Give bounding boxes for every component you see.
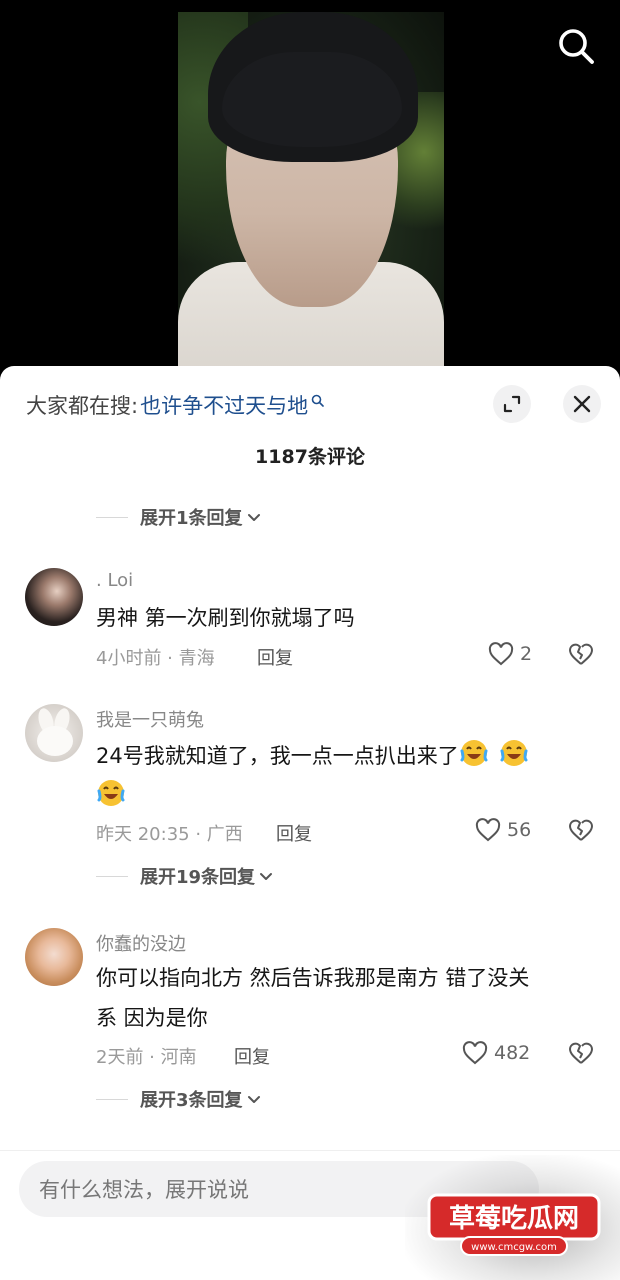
expand-replies-button[interactable]: 展开3条回复 <box>96 1084 261 1114</box>
avatar[interactable] <box>25 568 83 626</box>
expand-replies-button[interactable]: 展开1条回复 <box>96 502 261 532</box>
comment-text-line: 你可以指向北方 然后告诉我那是南方 错了没关 <box>96 966 530 990</box>
comment-count: 1187条评论 <box>255 446 365 468</box>
comment-text-line: 系 因为是你 <box>96 1006 208 1030</box>
expand-replies-label: 展开1条回复 <box>140 508 243 529</box>
watermark: 草莓吃瓜网 www.cmcgw.com <box>405 1155 620 1280</box>
close-button[interactable] <box>563 385 601 423</box>
comment-text: 24号我就知道了，我一点一点扒出来了 <box>96 736 596 816</box>
comment-sheet: 大家都在搜: 也许争不过天与地 1187条评论 展开1条回复 . Loi 男神 … <box>0 366 620 1280</box>
laughing-crying-emoji <box>97 780 125 806</box>
svg-text:草莓吃瓜网: 草莓吃瓜网 <box>449 1204 579 1234</box>
like-count: 56 <box>507 819 532 841</box>
comment-meta: 2天前 · 河南 <box>96 1047 197 1068</box>
like-button[interactable]: 482 <box>462 1041 530 1065</box>
close-icon <box>573 395 591 413</box>
expand-replies-label: 展开19条回复 <box>140 867 256 888</box>
comment-text: 男神 第一次刷到你就塌了吗 <box>96 606 355 630</box>
broken-heart-icon <box>569 819 593 841</box>
reply-button[interactable]: 回复 <box>257 644 293 670</box>
like-button[interactable]: 56 <box>475 818 531 842</box>
expand-sheet-button[interactable] <box>493 385 531 423</box>
comment-text-content: 24号我就知道了，我一点一点扒出来了 <box>96 744 459 768</box>
comment-text: 你可以指向北方 然后告诉我那是南方 错了没关 系 因为是你 <box>96 958 596 1038</box>
expand-icon <box>503 395 521 413</box>
like-count: 482 <box>494 1042 531 1064</box>
comment-username[interactable]: 我是一只萌兔 <box>96 706 204 732</box>
expand-replies-button[interactable]: 展开19条回复 <box>96 861 273 891</box>
divider <box>96 1098 128 1100</box>
dislike-button[interactable] <box>568 818 594 846</box>
broken-heart-icon <box>569 643 593 665</box>
like-button[interactable]: 2 <box>488 642 532 666</box>
dislike-button[interactable] <box>568 1041 594 1069</box>
search-icon <box>311 394 324 407</box>
reply-button[interactable]: 回复 <box>234 1043 270 1069</box>
heart-icon <box>488 642 514 666</box>
comment-meta: 4小时前 · 青海 <box>96 648 215 669</box>
rabbit-head <box>37 726 73 756</box>
heart-icon <box>475 818 501 842</box>
video-frame[interactable] <box>178 12 444 380</box>
comment-meta: 昨天 20:35 · 广西 <box>96 824 243 845</box>
comment-username[interactable]: 你蠢的没边 <box>96 930 186 956</box>
video-player[interactable] <box>0 0 620 380</box>
search-button[interactable] <box>556 26 596 66</box>
person-fringe <box>222 52 402 147</box>
divider <box>96 875 128 877</box>
like-count: 2 <box>520 643 533 665</box>
hot-search-prefix: 大家都在搜: <box>26 394 139 418</box>
chevron-down-icon <box>247 514 260 521</box>
dislike-button[interactable] <box>568 642 594 670</box>
watermark-logo: 草莓吃瓜网 www.cmcgw.com <box>427 1193 601 1256</box>
broken-heart-icon <box>569 1042 593 1064</box>
avatar[interactable] <box>25 704 83 762</box>
divider <box>96 516 128 518</box>
avatar[interactable] <box>25 928 83 986</box>
chevron-down-icon <box>260 873 273 880</box>
expand-replies-label: 展开3条回复 <box>140 1090 243 1111</box>
laughing-crying-emoji <box>500 740 528 766</box>
chevron-down-icon <box>247 1096 260 1103</box>
comment-input-placeholder: 有什么想法，展开说说 <box>39 1178 249 1202</box>
hot-search-bar[interactable]: 大家都在搜: 也许争不过天与地 <box>26 390 324 420</box>
search-icon <box>559 29 594 64</box>
hot-search-term[interactable]: 也许争不过天与地 <box>140 390 308 420</box>
reply-button[interactable]: 回复 <box>276 820 312 846</box>
laughing-crying-emoji <box>460 740 488 766</box>
svg-text:www.cmcgw.com: www.cmcgw.com <box>471 1242 557 1253</box>
comment-username[interactable]: . Loi <box>96 570 133 591</box>
heart-icon <box>462 1041 488 1065</box>
